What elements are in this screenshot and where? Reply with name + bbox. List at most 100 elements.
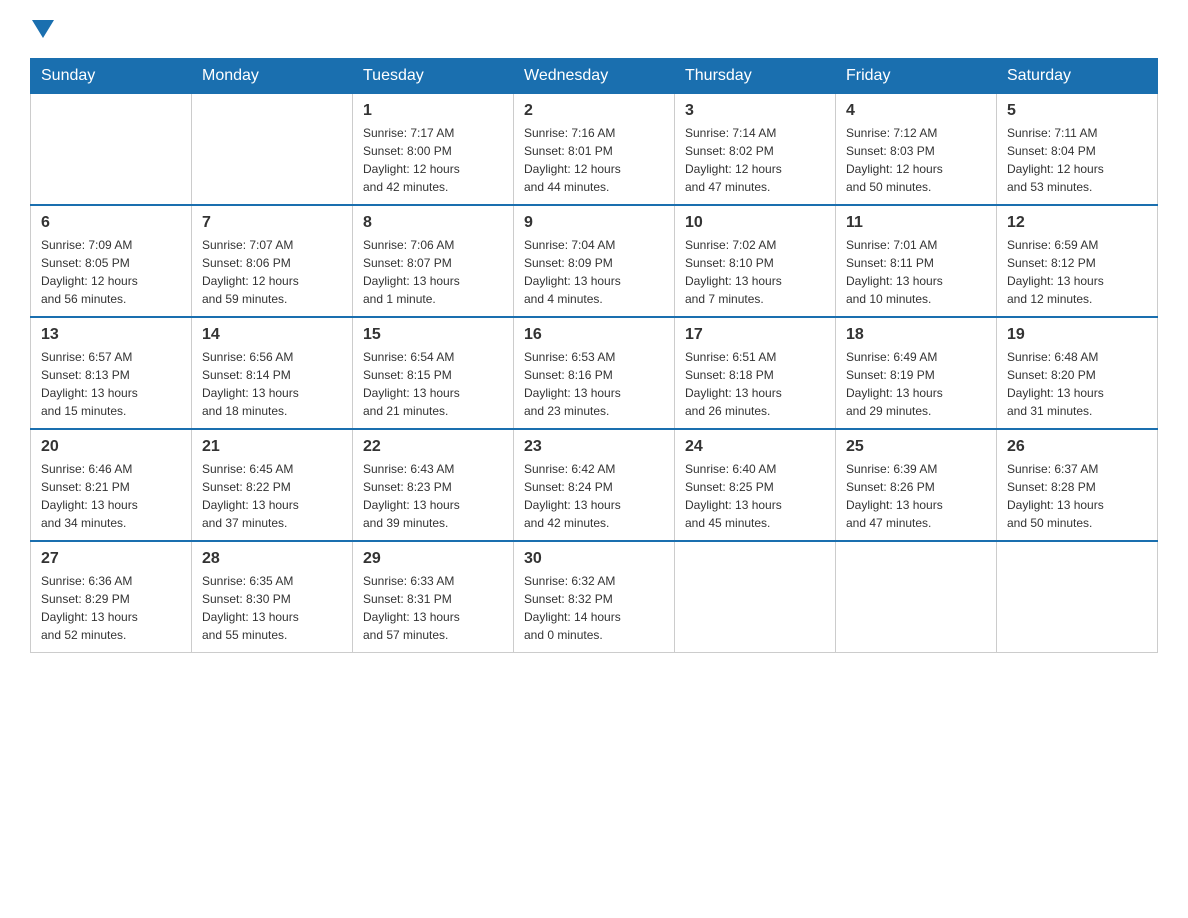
- calendar-cell: [997, 541, 1158, 653]
- day-number: 13: [41, 326, 181, 344]
- calendar-cell: 4Sunrise: 7:12 AM Sunset: 8:03 PM Daylig…: [836, 94, 997, 206]
- day-number: 21: [202, 438, 342, 456]
- calendar-cell: 27 Sunrise: 6:36 AM Sunset: 8:29 PM Dayli…: [31, 541, 192, 653]
- day-info: Sunrise: 6:57 AM Sunset: 8:13 PM Dayligh…: [41, 348, 181, 420]
- day-number: 16: [524, 326, 664, 344]
- day-number: 23: [524, 438, 664, 456]
- day-number: 24: [685, 438, 825, 456]
- day-info: Sunrise: 6:36 AM Sunset: 8:29 PM Dayligh…: [41, 572, 181, 644]
- day-number: 28: [202, 550, 342, 568]
- day-info: Sunrise: 6:51 AM Sunset: 8:18 PM Dayligh…: [685, 348, 825, 420]
- calendar-cell: 7 Sunrise: 7:07 AM Sunset: 8:06 PM Daylig…: [192, 205, 353, 317]
- day-number: 7: [202, 214, 342, 232]
- calendar-week-row: 27 Sunrise: 6:36 AM Sunset: 8:29 PM Dayli…: [31, 541, 1158, 653]
- day-info: Sunrise: 7:01 AM Sunset: 8:11 PM Dayligh…: [846, 236, 986, 308]
- day-info: Sunrise: 6:42 AM Sunset: 8:24 PM Dayligh…: [524, 460, 664, 532]
- day-info: Sunrise: 6:43 AM Sunset: 8:23 PM Dayligh…: [363, 460, 503, 532]
- day-number: 3: [685, 102, 825, 120]
- calendar-cell: 17 Sunrise: 6:51 AM Sunset: 8:18 PM Dayli…: [675, 317, 836, 429]
- calendar-cell: 14 Sunrise: 6:56 AM Sunset: 8:14 PM Dayli…: [192, 317, 353, 429]
- day-number: 9: [524, 214, 664, 232]
- day-info: Sunrise: 7:09 AM Sunset: 8:05 PM Dayligh…: [41, 236, 181, 308]
- day-info: Sunrise: 7:02 AM Sunset: 8:10 PM Dayligh…: [685, 236, 825, 308]
- day-number: 14: [202, 326, 342, 344]
- calendar-cell: 18 Sunrise: 6:49 AM Sunset: 8:19 PM Dayli…: [836, 317, 997, 429]
- day-number: 27: [41, 550, 181, 568]
- calendar-cell: 2 Sunrise: 7:16 AM Sunset: 8:01 PM Daylig…: [514, 94, 675, 206]
- calendar-cell: 25 Sunrise: 6:39 AM Sunset: 8:26 PM Dayli…: [836, 429, 997, 541]
- day-info: Sunrise: 7:06 AM Sunset: 8:07 PM Dayligh…: [363, 236, 503, 308]
- day-number: 5: [1007, 102, 1147, 120]
- calendar-cell: 23 Sunrise: 6:42 AM Sunset: 8:24 PM Dayli…: [514, 429, 675, 541]
- calendar-cell: 3 Sunrise: 7:14 AM Sunset: 8:02 PM Daylig…: [675, 94, 836, 206]
- day-info: Sunrise: 6:53 AM Sunset: 8:16 PM Dayligh…: [524, 348, 664, 420]
- day-info: Sunrise: 7:04 AM Sunset: 8:09 PM Dayligh…: [524, 236, 664, 308]
- calendar-cell: 1Sunrise: 7:17 AM Sunset: 8:00 PM Daylig…: [353, 94, 514, 206]
- day-info: Sunrise: 6:46 AM Sunset: 8:21 PM Dayligh…: [41, 460, 181, 532]
- calendar-cell: 28 Sunrise: 6:35 AM Sunset: 8:30 PM Dayli…: [192, 541, 353, 653]
- weekday-header-wednesday: Wednesday: [514, 59, 675, 94]
- day-info: Sunrise: 6:54 AM Sunset: 8:15 PM Dayligh…: [363, 348, 503, 420]
- calendar-cell: 24 Sunrise: 6:40 AM Sunset: 8:25 PM Dayli…: [675, 429, 836, 541]
- calendar-cell: 21 Sunrise: 6:45 AM Sunset: 8:22 PM Dayli…: [192, 429, 353, 541]
- calendar-week-row: 1Sunrise: 7:17 AM Sunset: 8:00 PM Daylig…: [31, 94, 1158, 206]
- day-number: 6: [41, 214, 181, 232]
- calendar-week-row: 20 Sunrise: 6:46 AM Sunset: 8:21 PM Dayli…: [31, 429, 1158, 541]
- day-info: Sunrise: 7:16 AM Sunset: 8:01 PM Dayligh…: [524, 124, 664, 196]
- calendar-cell: 22 Sunrise: 6:43 AM Sunset: 8:23 PM Dayli…: [353, 429, 514, 541]
- weekday-header-monday: Monday: [192, 59, 353, 94]
- calendar-cell: 8 Sunrise: 7:06 AM Sunset: 8:07 PM Daylig…: [353, 205, 514, 317]
- calendar-cell: 19 Sunrise: 6:48 AM Sunset: 8:20 PM Dayli…: [997, 317, 1158, 429]
- day-number: 26: [1007, 438, 1147, 456]
- calendar-cell: 15 Sunrise: 6:54 AM Sunset: 8:15 PM Dayli…: [353, 317, 514, 429]
- day-number: 19: [1007, 326, 1147, 344]
- day-number: 17: [685, 326, 825, 344]
- day-info: Sunrise: 6:32 AM Sunset: 8:32 PM Dayligh…: [524, 572, 664, 644]
- day-number: 18: [846, 326, 986, 344]
- calendar-header-row: SundayMondayTuesdayWednesdayThursdayFrid…: [31, 59, 1158, 94]
- calendar-cell: 11Sunrise: 7:01 AM Sunset: 8:11 PM Dayli…: [836, 205, 997, 317]
- day-info: Sunrise: 7:17 AM Sunset: 8:00 PM Dayligh…: [363, 124, 503, 196]
- page-header: [30, 20, 1158, 38]
- day-info: Sunrise: 6:37 AM Sunset: 8:28 PM Dayligh…: [1007, 460, 1147, 532]
- day-number: 2: [524, 102, 664, 120]
- calendar-cell: 12 Sunrise: 6:59 AM Sunset: 8:12 PM Dayli…: [997, 205, 1158, 317]
- calendar-cell: 5 Sunrise: 7:11 AM Sunset: 8:04 PM Daylig…: [997, 94, 1158, 206]
- calendar-cell: 9 Sunrise: 7:04 AM Sunset: 8:09 PM Daylig…: [514, 205, 675, 317]
- weekday-header-saturday: Saturday: [997, 59, 1158, 94]
- day-info: Sunrise: 6:39 AM Sunset: 8:26 PM Dayligh…: [846, 460, 986, 532]
- calendar-cell: 20 Sunrise: 6:46 AM Sunset: 8:21 PM Dayli…: [31, 429, 192, 541]
- day-number: 30: [524, 550, 664, 568]
- day-info: Sunrise: 6:49 AM Sunset: 8:19 PM Dayligh…: [846, 348, 986, 420]
- day-info: Sunrise: 6:56 AM Sunset: 8:14 PM Dayligh…: [202, 348, 342, 420]
- calendar-cell: [836, 541, 997, 653]
- day-info: Sunrise: 6:48 AM Sunset: 8:20 PM Dayligh…: [1007, 348, 1147, 420]
- day-number: 22: [363, 438, 503, 456]
- calendar-week-row: 13 Sunrise: 6:57 AM Sunset: 8:13 PM Dayli…: [31, 317, 1158, 429]
- calendar-cell: 30 Sunrise: 6:32 AM Sunset: 8:32 PM Dayli…: [514, 541, 675, 653]
- weekday-header-sunday: Sunday: [31, 59, 192, 94]
- day-number: 15: [363, 326, 503, 344]
- weekday-header-tuesday: Tuesday: [353, 59, 514, 94]
- day-number: 25: [846, 438, 986, 456]
- calendar-cell: [192, 94, 353, 206]
- day-info: Sunrise: 6:40 AM Sunset: 8:25 PM Dayligh…: [685, 460, 825, 532]
- calendar-cell: 16 Sunrise: 6:53 AM Sunset: 8:16 PM Dayli…: [514, 317, 675, 429]
- day-info: Sunrise: 6:45 AM Sunset: 8:22 PM Dayligh…: [202, 460, 342, 532]
- day-info: Sunrise: 7:14 AM Sunset: 8:02 PM Dayligh…: [685, 124, 825, 196]
- day-number: 20: [41, 438, 181, 456]
- day-info: Sunrise: 7:11 AM Sunset: 8:04 PM Dayligh…: [1007, 124, 1147, 196]
- logo: [30, 20, 54, 38]
- calendar-cell: 13 Sunrise: 6:57 AM Sunset: 8:13 PM Dayli…: [31, 317, 192, 429]
- day-number: 12: [1007, 214, 1147, 232]
- day-number: 29: [363, 550, 503, 568]
- calendar-cell: 26 Sunrise: 6:37 AM Sunset: 8:28 PM Dayli…: [997, 429, 1158, 541]
- day-info: Sunrise: 7:07 AM Sunset: 8:06 PM Dayligh…: [202, 236, 342, 308]
- day-info: Sunrise: 6:59 AM Sunset: 8:12 PM Dayligh…: [1007, 236, 1147, 308]
- calendar-cell: [31, 94, 192, 206]
- calendar-cell: [675, 541, 836, 653]
- day-info: Sunrise: 6:35 AM Sunset: 8:30 PM Dayligh…: [202, 572, 342, 644]
- day-number: 8: [363, 214, 503, 232]
- calendar-cell: 10Sunrise: 7:02 AM Sunset: 8:10 PM Dayli…: [675, 205, 836, 317]
- calendar-cell: 29Sunrise: 6:33 AM Sunset: 8:31 PM Dayli…: [353, 541, 514, 653]
